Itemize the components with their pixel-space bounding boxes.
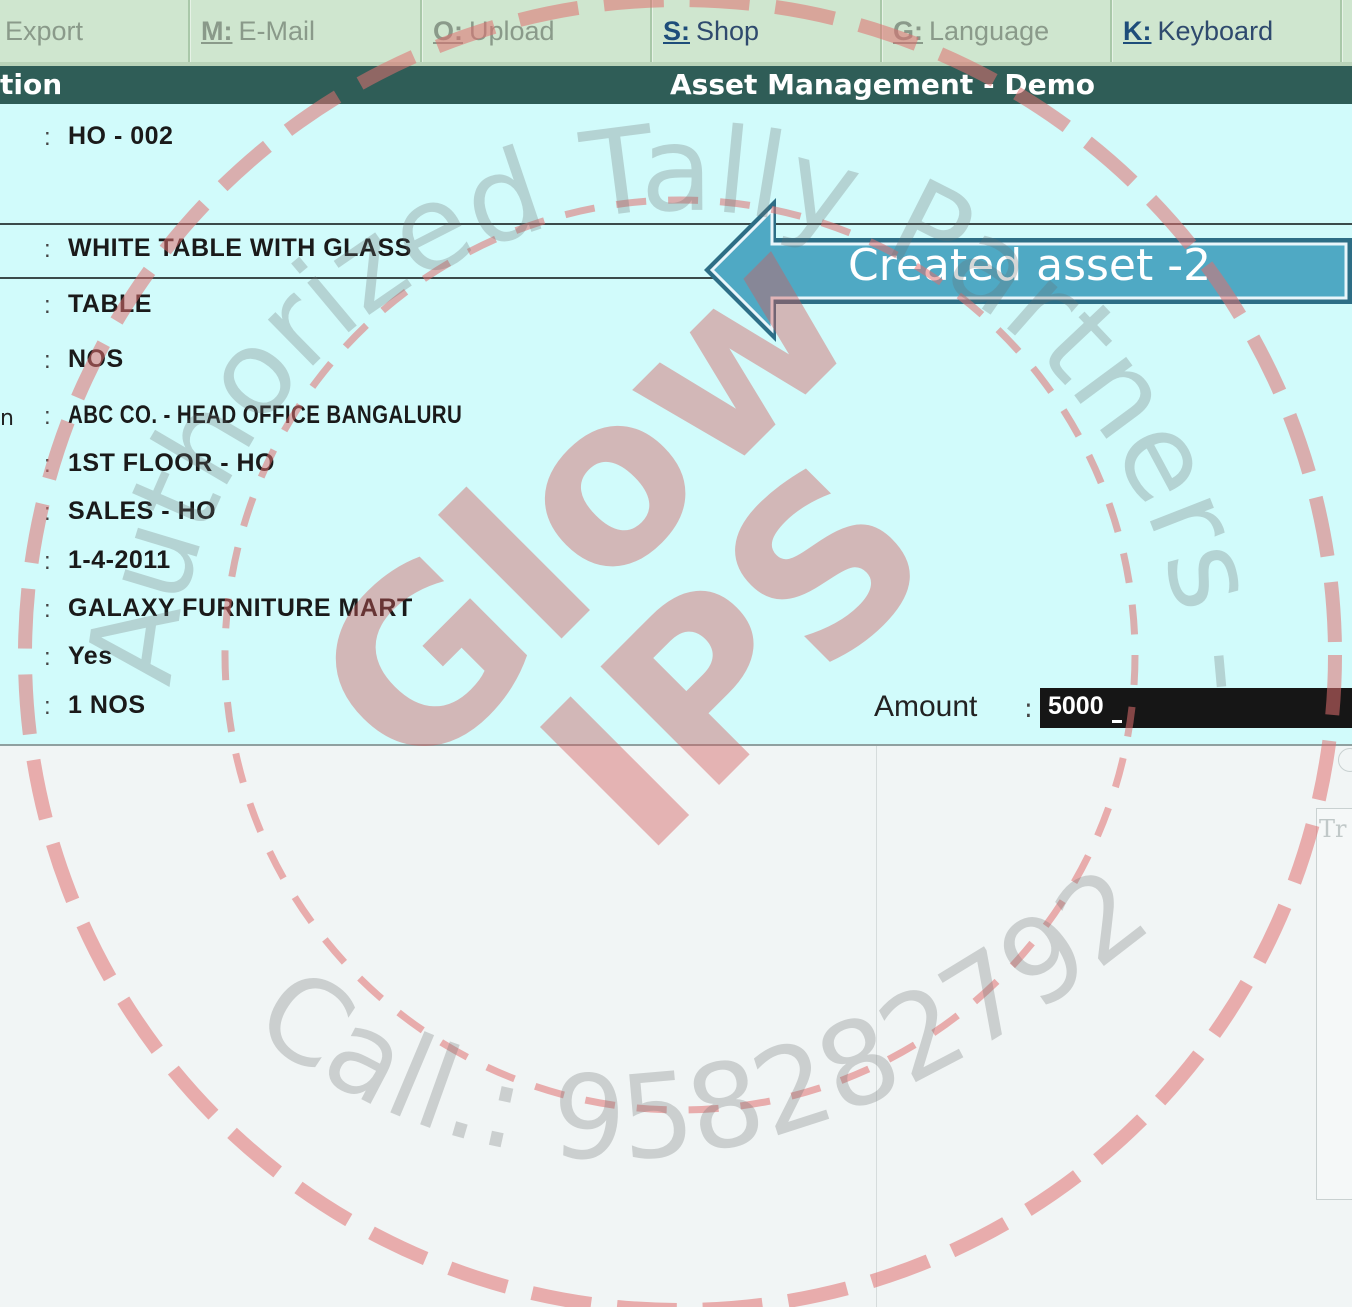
panel-divider <box>876 746 877 1307</box>
menu-language-button[interactable]: G: Language <box>882 0 1112 62</box>
asset-number-value: HO - 002 <box>68 122 174 150</box>
field-colon: : <box>44 292 51 319</box>
menu-key: G: <box>893 16 923 46</box>
field-colon: : <box>44 596 51 623</box>
top-menu-bar: Export M: E-Mail O: Upload S: Shop G: Langua… <box>0 0 1352 66</box>
menu-upload-button[interactable]: O: Upload <box>422 0 652 62</box>
department-value: SALES - HO <box>68 497 217 525</box>
amount-input[interactable]: 5000 <box>1040 688 1352 728</box>
asset-group-value: TABLE <box>68 290 152 318</box>
field-colon: : <box>44 499 51 526</box>
side-panel: Tr <box>1316 808 1352 1200</box>
title-bar: tion Asset Management - Demo <box>0 66 1352 104</box>
field-colon: : <box>44 124 51 151</box>
menu-email-button[interactable]: M: E-Mail <box>190 0 422 62</box>
menu-export-button[interactable]: Export <box>0 0 190 62</box>
menu-shop-button[interactable]: S: Shop <box>652 0 882 62</box>
text-cursor <box>1112 720 1122 723</box>
amount-colon: : <box>1024 694 1033 724</box>
field-colon: : <box>44 347 51 374</box>
menu-key: S: <box>663 16 690 46</box>
callout-label: Created asset -2 <box>848 240 1212 291</box>
date-value: 1-4-2011 <box>68 546 171 574</box>
menu-label: Export <box>5 16 84 46</box>
side-panel-fragment: Tr <box>1319 815 1347 843</box>
field-colon: : <box>44 644 51 671</box>
amount-value: 5000 <box>1048 692 1104 720</box>
field-colon: : <box>44 451 51 478</box>
floor-value: 1ST FLOOR - HO <box>68 449 275 477</box>
side-circle-icon <box>1338 748 1352 772</box>
field-colon: : <box>44 548 51 575</box>
menu-label: Upload <box>469 16 555 46</box>
field-colon: : <box>44 693 51 720</box>
label-fragment: n <box>0 406 14 431</box>
menu-key: M: <box>201 16 233 46</box>
quantity-value: 1 NOS <box>68 691 146 719</box>
flag-value: Yes <box>68 642 113 670</box>
supplier-value: GALAXY FURNITURE MART <box>68 594 413 622</box>
menu-label: Language <box>929 16 1050 46</box>
unit-value: NOS <box>68 345 124 373</box>
location-value: ABC CO. - HEAD OFFICE BANGALURU <box>68 401 463 429</box>
amount-label: Amount <box>874 690 978 723</box>
menu-overflow-button[interactable] <box>1342 0 1352 62</box>
menu-key: O: <box>433 16 463 46</box>
company-title: Asset Management - Demo <box>670 68 1095 101</box>
menu-label: E-Mail <box>238 16 315 46</box>
menu-label: Shop <box>696 16 760 46</box>
menu-keyboard-button[interactable]: K: Keyboard <box>1112 0 1342 62</box>
field-colon: : <box>44 403 51 430</box>
menu-label: Keyboard <box>1157 16 1274 46</box>
screen-title-fragment: tion <box>0 68 63 101</box>
asset-name-value: WHITE TABLE WITH GLASS <box>68 234 412 262</box>
field-colon: : <box>44 236 51 263</box>
menu-key: K: <box>1123 16 1152 46</box>
